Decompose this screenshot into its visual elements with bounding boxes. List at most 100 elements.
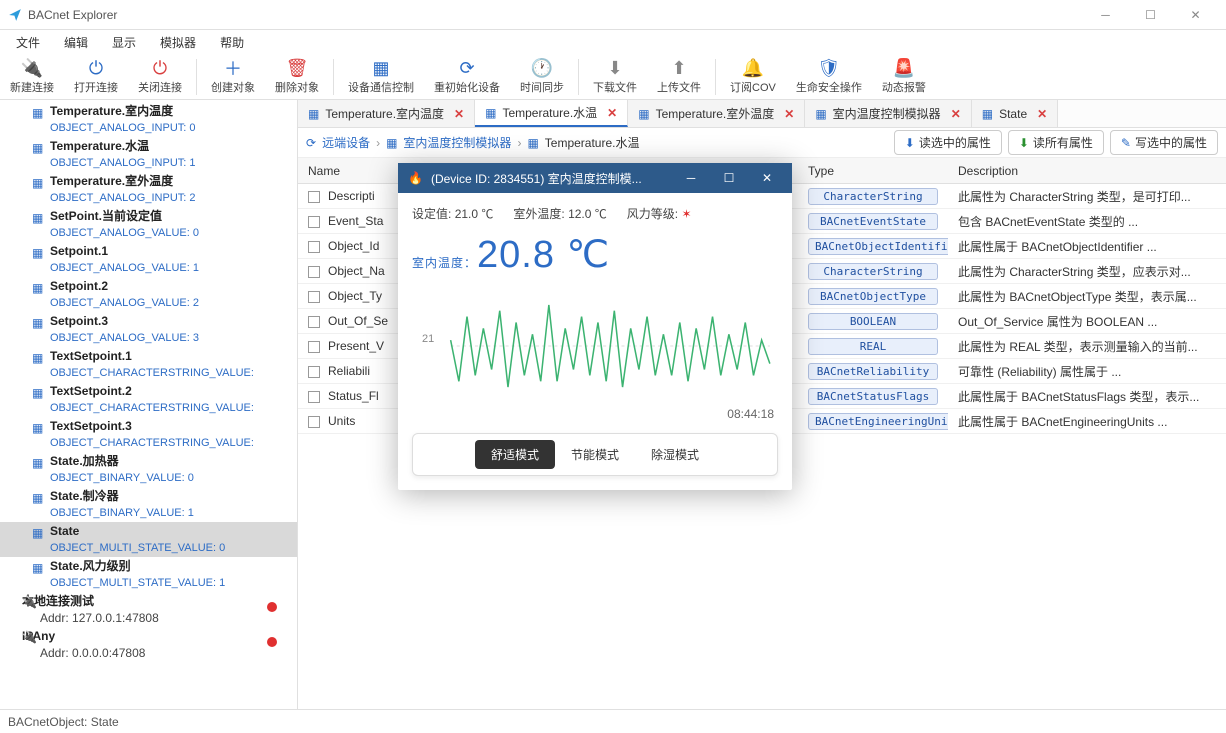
reinit-button[interactable]: ⟳重初始化设备 (424, 56, 510, 97)
checkbox[interactable] (308, 241, 320, 253)
tab-close-icon[interactable]: ✕ (1037, 107, 1047, 121)
close-button[interactable]: ✕ (1173, 0, 1218, 30)
grid-icon: ▦ (527, 136, 538, 150)
refresh-icon[interactable]: ⟳ (306, 136, 316, 150)
tree-item[interactable]: ▦SetPoint.当前设定值OBJECT_ANALOG_VALUE: 0 (0, 207, 297, 242)
grid-icon: ▦ (32, 420, 43, 436)
chart-timestamp: 08:44:18 (412, 405, 778, 423)
dialog-minimize-button[interactable]: ─ (676, 171, 706, 185)
reinit-icon: ⟳ (457, 58, 477, 78)
checkbox[interactable] (308, 266, 320, 278)
grid-icon: ▦ (32, 175, 43, 191)
menu-item[interactable]: 帮助 (210, 32, 254, 53)
menu-item[interactable]: 编辑 (54, 32, 98, 53)
col-type[interactable]: Type (798, 164, 948, 178)
life-safety-button[interactable]: 🛡生命安全操作 (786, 56, 872, 97)
grid-icon: ▦ (32, 490, 43, 506)
tab[interactable]: ▦State✕ (972, 100, 1058, 127)
open-conn-icon: ⏻ (86, 58, 106, 78)
checkbox[interactable] (308, 216, 320, 228)
type-badge: BACnetReliability (808, 363, 938, 380)
tree-item[interactable]: ▦Setpoint.3OBJECT_ANALOG_VALUE: 3 (0, 312, 297, 347)
tree-item[interactable]: ▦TextSetpoint.2OBJECT_CHARACTERSTRING_VA… (0, 382, 297, 417)
sidebar-tree[interactable]: ▦Temperature.室内温度OBJECT_ANALOG_INPUT: 0▦… (0, 100, 298, 709)
upload-icon: ⬆ (669, 58, 689, 78)
menu-item[interactable]: 文件 (6, 32, 50, 53)
download-button[interactable]: ⬇下载文件 (583, 56, 647, 97)
breadcrumb-item[interactable]: 室内温度控制模拟器 (403, 134, 511, 151)
tab-close-icon[interactable]: ✕ (951, 107, 961, 121)
toolbar: 🔌新建连接⏻打开连接⏻关闭连接＋创建对象🗑删除对象▦设备通信控制⟳重初始化设备🕐… (0, 54, 1226, 100)
grid-icon: ▦ (386, 136, 397, 150)
tab[interactable]: ▦Temperature.室内温度✕ (298, 100, 475, 127)
connection-item[interactable]: 🔌IPAnyAddr: 0.0.0.0:47808 (0, 627, 297, 662)
tab-close-icon[interactable]: ✕ (454, 107, 464, 121)
mode-button[interactable]: 除湿模式 (635, 440, 715, 469)
dialog-close-button[interactable]: ✕ (752, 171, 782, 185)
new-conn-icon: 🔌 (22, 58, 42, 78)
delete-obj-icon: 🗑 (287, 58, 307, 78)
minimize-button[interactable]: ─ (1083, 0, 1128, 30)
time-sync-icon: 🕐 (532, 58, 552, 78)
sub-cov-button[interactable]: 🔔订阅COV (720, 56, 786, 97)
fan-icon: ✶ (681, 207, 691, 221)
type-badge: BACnetEngineeringUni (808, 413, 948, 430)
simulator-dialog[interactable]: 🔥 (Device ID: 2834551) 室内温度控制模... ─ ☐ ✕ … (398, 163, 792, 490)
tab-close-icon[interactable]: ✕ (784, 107, 794, 121)
type-badge: BACnetStatusFlags (808, 388, 938, 405)
delete-obj-button[interactable]: 🗑删除对象 (265, 56, 329, 97)
connection-item[interactable]: 🔌本地连接测试Addr: 127.0.0.1:47808 (0, 592, 297, 627)
upload-button[interactable]: ⬆上传文件 (647, 56, 711, 97)
grid-icon: ▦ (32, 210, 43, 226)
tree-item[interactable]: ▦State.加热器OBJECT_BINARY_VALUE: 0 (0, 452, 297, 487)
write-selected-button[interactable]: ✎写选中的属性 (1110, 130, 1218, 155)
window-title: BACnet Explorer (28, 8, 1083, 22)
status-dot-icon (267, 637, 277, 647)
breadcrumb-item[interactable]: 远端设备 (322, 134, 370, 151)
checkbox[interactable] (308, 291, 320, 303)
new-conn-button[interactable]: 🔌新建连接 (0, 56, 64, 97)
tree-item[interactable]: ▦Setpoint.2OBJECT_ANALOG_VALUE: 2 (0, 277, 297, 312)
create-obj-button[interactable]: ＋创建对象 (201, 56, 265, 97)
dialog-maximize-button[interactable]: ☐ (714, 171, 744, 185)
tab[interactable]: ▦室内温度控制模拟器✕ (805, 100, 971, 127)
y-tick: 21 (422, 333, 434, 345)
mode-switcher: 舒适模式节能模式除湿模式 (412, 433, 778, 476)
tree-item[interactable]: ▦Temperature.水温OBJECT_ANALOG_INPUT: 1 (0, 137, 297, 172)
grid-icon: ▦ (982, 107, 993, 121)
col-desc[interactable]: Description (948, 164, 1226, 178)
checkbox[interactable] (308, 391, 320, 403)
tree-item[interactable]: ▦Temperature.室外温度OBJECT_ANALOG_INPUT: 2 (0, 172, 297, 207)
download-icon: ⬇ (605, 58, 625, 78)
tree-item[interactable]: ▦State.风力级别OBJECT_MULTI_STATE_VALUE: 1 (0, 557, 297, 592)
open-conn-button[interactable]: ⏻打开连接 (64, 56, 128, 97)
checkbox[interactable] (308, 416, 320, 428)
checkbox[interactable] (308, 316, 320, 328)
menu-item[interactable]: 模拟器 (150, 32, 206, 53)
checkbox[interactable] (308, 191, 320, 203)
time-sync-button[interactable]: 🕐时间同步 (510, 56, 574, 97)
alarm-button[interactable]: 🚨动态报警 (872, 56, 936, 97)
grid-icon: ▦ (32, 105, 43, 121)
close-conn-icon: ⏻ (150, 58, 170, 78)
dev-comm-button[interactable]: ▦设备通信控制 (338, 56, 424, 97)
tree-item[interactable]: ▦Setpoint.1OBJECT_ANALOG_VALUE: 1 (0, 242, 297, 277)
tab-close-icon[interactable]: ✕ (607, 106, 617, 120)
close-conn-button[interactable]: ⏻关闭连接 (128, 56, 192, 97)
dialog-titlebar[interactable]: 🔥 (Device ID: 2834551) 室内温度控制模... ─ ☐ ✕ (398, 163, 792, 193)
tree-item[interactable]: ▦StateOBJECT_MULTI_STATE_VALUE: 0 (0, 522, 297, 557)
tree-item[interactable]: ▦TextSetpoint.3OBJECT_CHARACTERSTRING_VA… (0, 417, 297, 452)
read-selected-button[interactable]: ⬇读选中的属性 (894, 130, 1002, 155)
menu-item[interactable]: 显示 (102, 32, 146, 53)
tree-item[interactable]: ▦Temperature.室内温度OBJECT_ANALOG_INPUT: 0 (0, 102, 297, 137)
mode-button[interactable]: 舒适模式 (475, 440, 555, 469)
checkbox[interactable] (308, 341, 320, 353)
tab[interactable]: ▦Temperature.室外温度✕ (628, 100, 805, 127)
tab[interactable]: ▦Temperature.水温✕ (475, 100, 628, 127)
tree-item[interactable]: ▦TextSetpoint.1OBJECT_CHARACTERSTRING_VA… (0, 347, 297, 382)
tree-item[interactable]: ▦State.制冷器OBJECT_BINARY_VALUE: 1 (0, 487, 297, 522)
mode-button[interactable]: 节能模式 (555, 440, 635, 469)
read-all-button[interactable]: ⬇读所有属性 (1008, 130, 1104, 155)
maximize-button[interactable]: ☐ (1128, 0, 1173, 30)
checkbox[interactable] (308, 366, 320, 378)
